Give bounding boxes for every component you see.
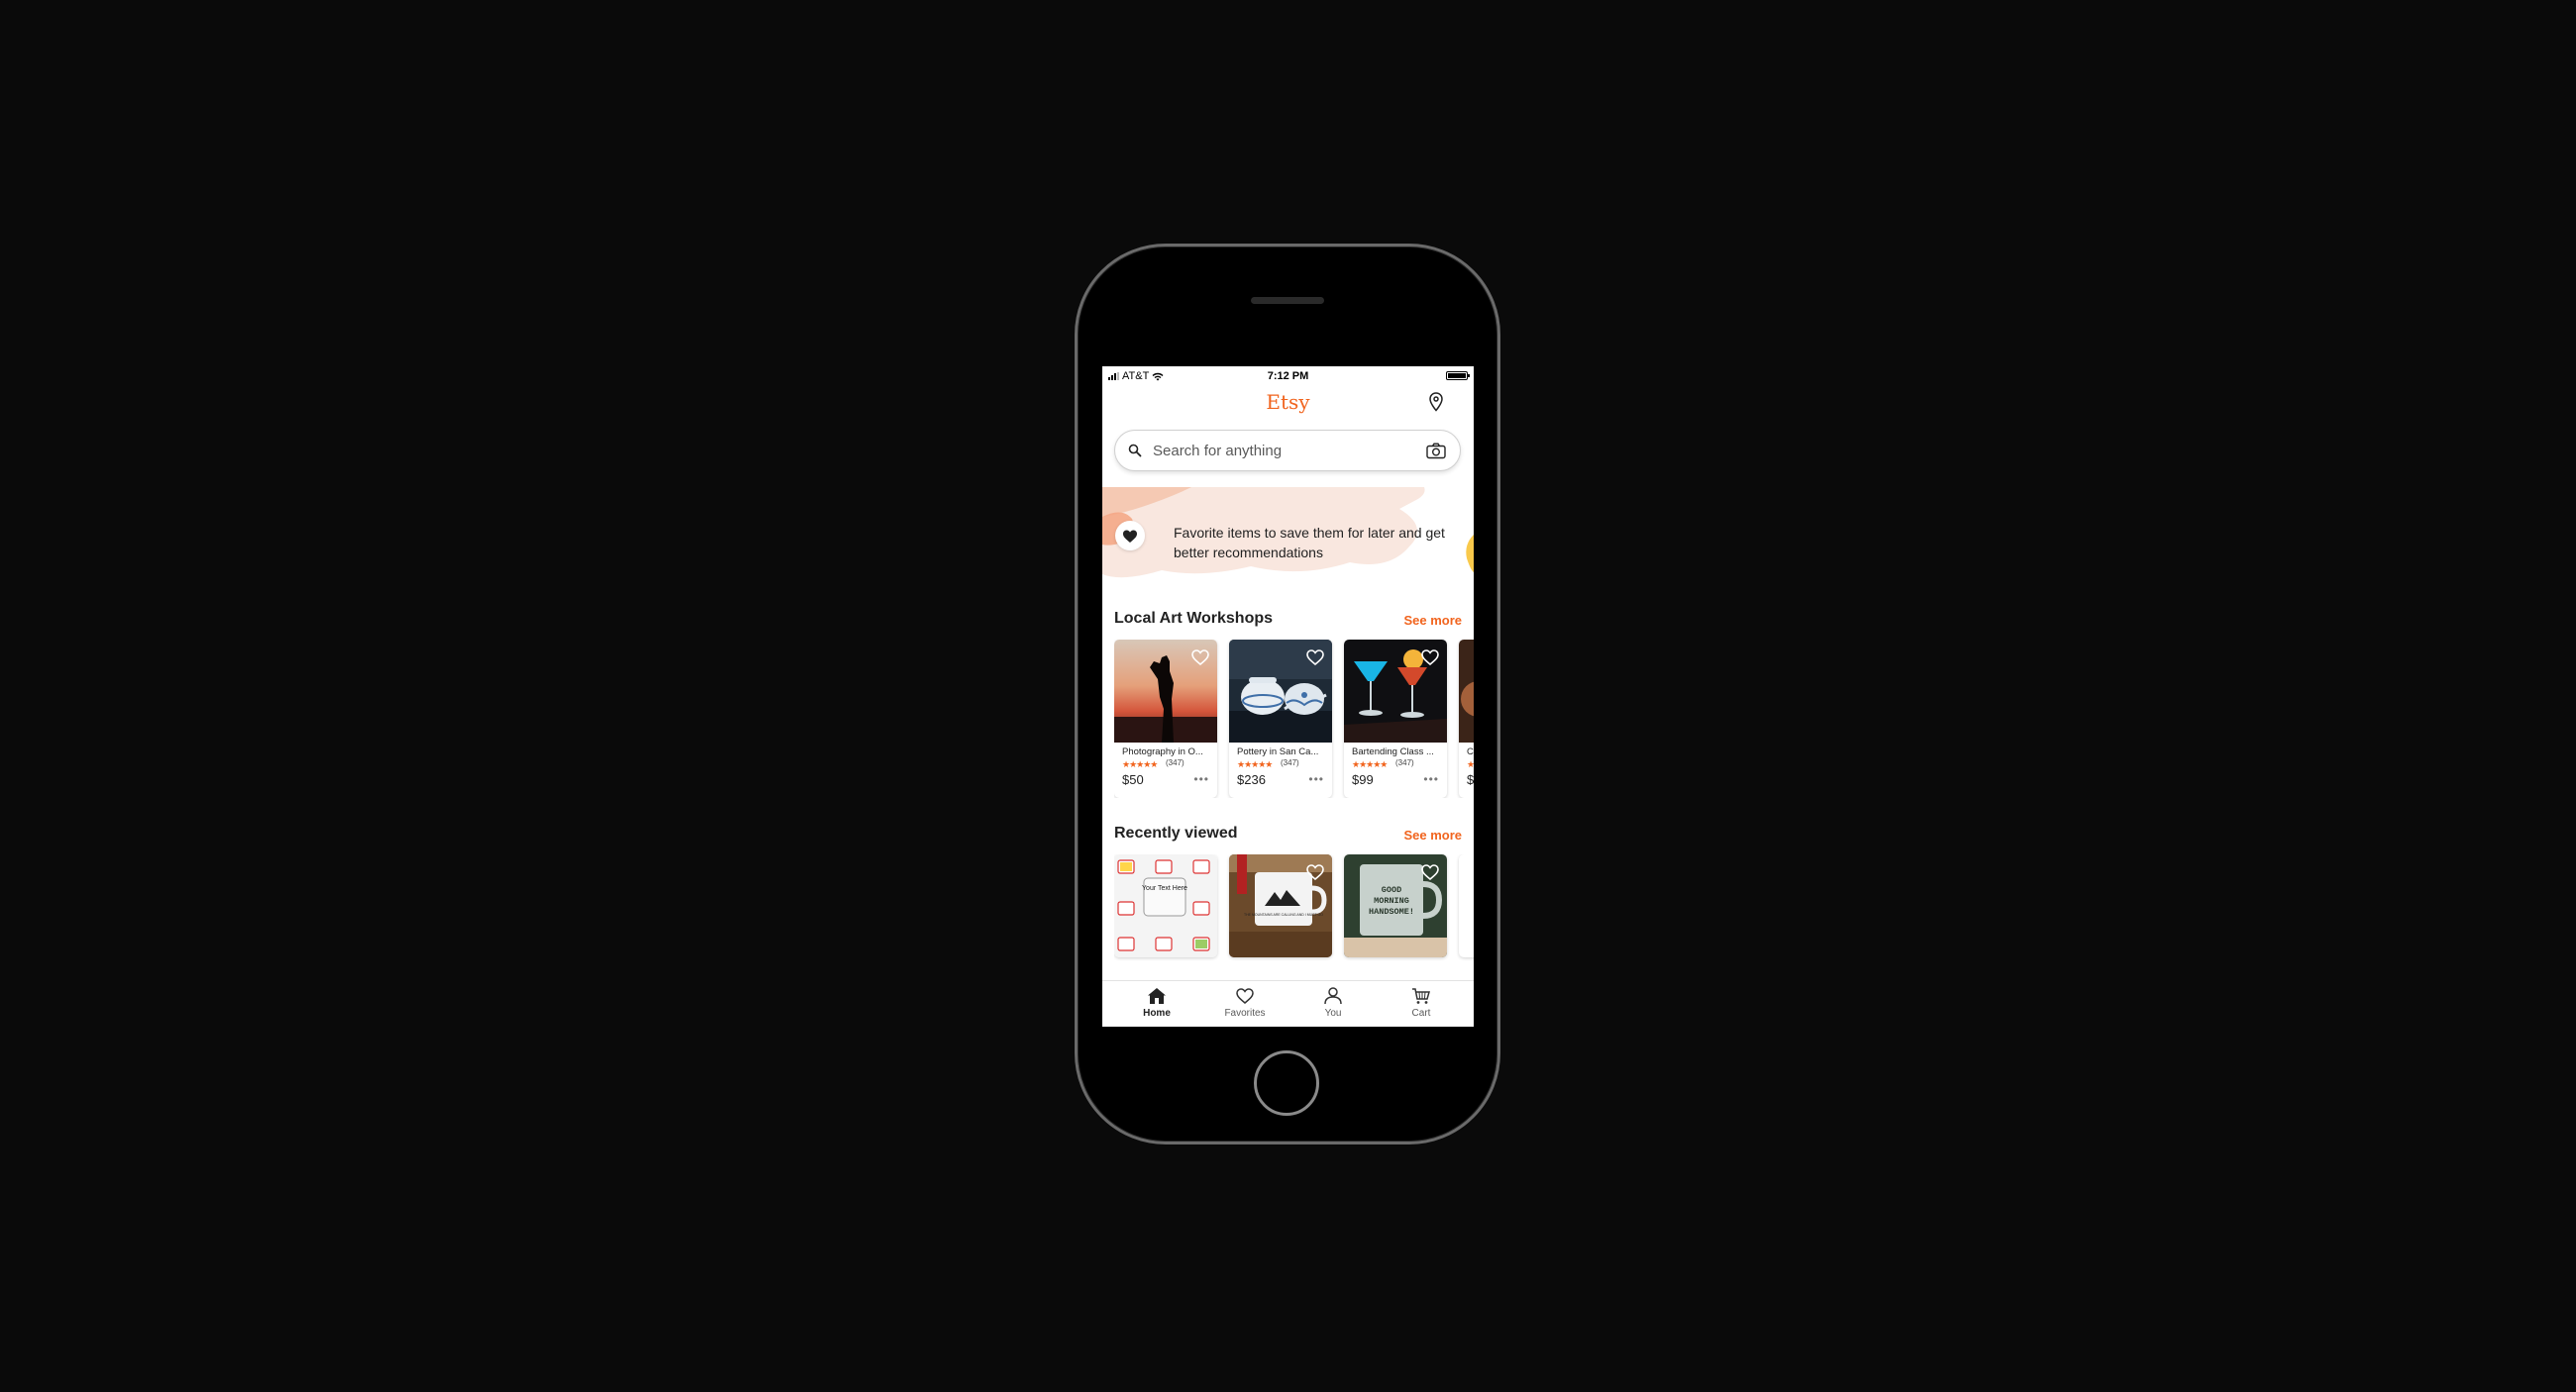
search-icon — [1128, 444, 1142, 457]
more-options-icon[interactable]: ••• — [1423, 772, 1439, 786]
tab-label: Home — [1143, 1008, 1171, 1019]
rating-stars: ★★★★★ — [1122, 759, 1158, 769]
rating-stars: ★ — [1467, 759, 1474, 769]
heart-icon — [1236, 988, 1254, 1004]
tab-label: You — [1324, 1008, 1342, 1019]
phone-speaker — [1251, 297, 1324, 304]
app-screen: AT&T 7:12 PM Etsy Search for anything Fa… — [1102, 366, 1474, 1027]
etsy-logo[interactable]: Etsy — [1102, 390, 1474, 414]
favorite-heart-button — [1115, 521, 1145, 550]
recently-viewed-row: Your Text Here THE MOUNTAINS ARE CALLING… — [1114, 854, 1474, 961]
heart-icon[interactable] — [1305, 863, 1325, 881]
review-count: (347) — [1395, 758, 1414, 767]
heart-filled-icon — [1123, 530, 1137, 543]
recent-item[interactable]: GOOD MORNING HANDSOME! — [1344, 854, 1447, 957]
listing-title: Bartending Class ... — [1352, 746, 1434, 757]
listing-title: Photography in O... — [1122, 746, 1203, 757]
search-input[interactable]: Search for anything — [1153, 443, 1282, 459]
heart-icon[interactable] — [1305, 648, 1325, 666]
recent-item-image: Your Text Here — [1114, 854, 1217, 957]
status-bar: AT&T 7:12 PM — [1102, 366, 1474, 386]
recent-item[interactable]: THE MOUNTAINS ARE CALLING AND I MUST GO — [1229, 854, 1332, 957]
workshops-row: Photography in O... ★★★★★ (347) $50 ••• … — [1114, 640, 1474, 798]
listing-card[interactable]: Bartending Class ... ★★★★★ (347) $99 ••• — [1344, 640, 1447, 798]
battery-icon — [1446, 371, 1470, 380]
listing-card[interactable]: Photography in O... ★★★★★ (347) $50 ••• — [1114, 640, 1217, 798]
listing-price: $236 — [1237, 772, 1266, 787]
more-options-icon[interactable]: ••• — [1193, 772, 1209, 786]
phone-home-button[interactable] — [1254, 1050, 1319, 1116]
review-count: (347) — [1166, 758, 1185, 767]
tab-favorites[interactable]: Favorites — [1215, 987, 1275, 1019]
cart-icon — [1412, 988, 1430, 1004]
svg-text:HANDSOME!: HANDSOME! — [1369, 907, 1414, 917]
home-icon — [1148, 988, 1166, 1004]
recent-item-caption: THE MOUNTAINS ARE CALLING AND I MUST GO — [1244, 913, 1323, 917]
see-more-workshops[interactable]: See more — [1403, 613, 1462, 628]
listing-price: $99 — [1352, 772, 1374, 787]
listing-price: $50 — [1122, 772, 1144, 787]
banner-message: Favorite items to save them for later an… — [1174, 525, 1445, 560]
review-count: (347) — [1281, 758, 1299, 767]
heart-icon[interactable] — [1420, 648, 1440, 666]
tab-label: Favorites — [1224, 1008, 1266, 1019]
listing-image-partial — [1459, 640, 1474, 743]
listing-card[interactable]: Pottery in San Ca... ★★★★★ (347) $236 ••… — [1229, 640, 1332, 798]
listing-title: C — [1467, 746, 1474, 757]
more-options-icon[interactable]: ••• — [1308, 772, 1324, 786]
rating-stars: ★★★★★ — [1352, 759, 1388, 769]
app-header: Etsy — [1102, 386, 1474, 418]
camera-icon[interactable] — [1426, 443, 1446, 459]
recent-item-caption: Your Text Here — [1142, 885, 1187, 892]
tab-home[interactable]: Home — [1127, 987, 1186, 1019]
location-pin-icon[interactable] — [1428, 392, 1444, 412]
heart-icon[interactable] — [1190, 648, 1210, 666]
tab-you[interactable]: You — [1303, 987, 1363, 1019]
search-bar[interactable]: Search for anything — [1114, 430, 1461, 471]
tab-cart[interactable]: Cart — [1391, 987, 1451, 1019]
svg-text:GOOD: GOOD — [1382, 885, 1401, 895]
heart-icon[interactable] — [1420, 863, 1440, 881]
recent-item[interactable]: Your Text Here — [1114, 854, 1217, 957]
person-icon — [1324, 987, 1342, 1005]
svg-text:MORNING: MORNING — [1374, 896, 1409, 906]
listing-title: Pottery in San Ca... — [1237, 746, 1319, 757]
rating-stars: ★★★★★ — [1237, 759, 1273, 769]
see-more-recently-viewed[interactable]: See more — [1403, 828, 1462, 843]
tab-label: Cart — [1411, 1008, 1431, 1019]
bottom-tab-bar: Home Favorites You Cart — [1102, 980, 1474, 1027]
status-time: 7:12 PM — [1267, 370, 1309, 382]
listing-card[interactable]: C ★ $ — [1459, 640, 1474, 798]
section-title-workshops: Local Art Workshops — [1114, 610, 1274, 627]
favorites-banner[interactable]: Favorite items to save them for later an… — [1102, 487, 1474, 586]
listing-price: $ — [1467, 772, 1474, 787]
section-title-recently-viewed: Recently viewed — [1114, 825, 1238, 842]
recent-item[interactable] — [1459, 854, 1474, 957]
